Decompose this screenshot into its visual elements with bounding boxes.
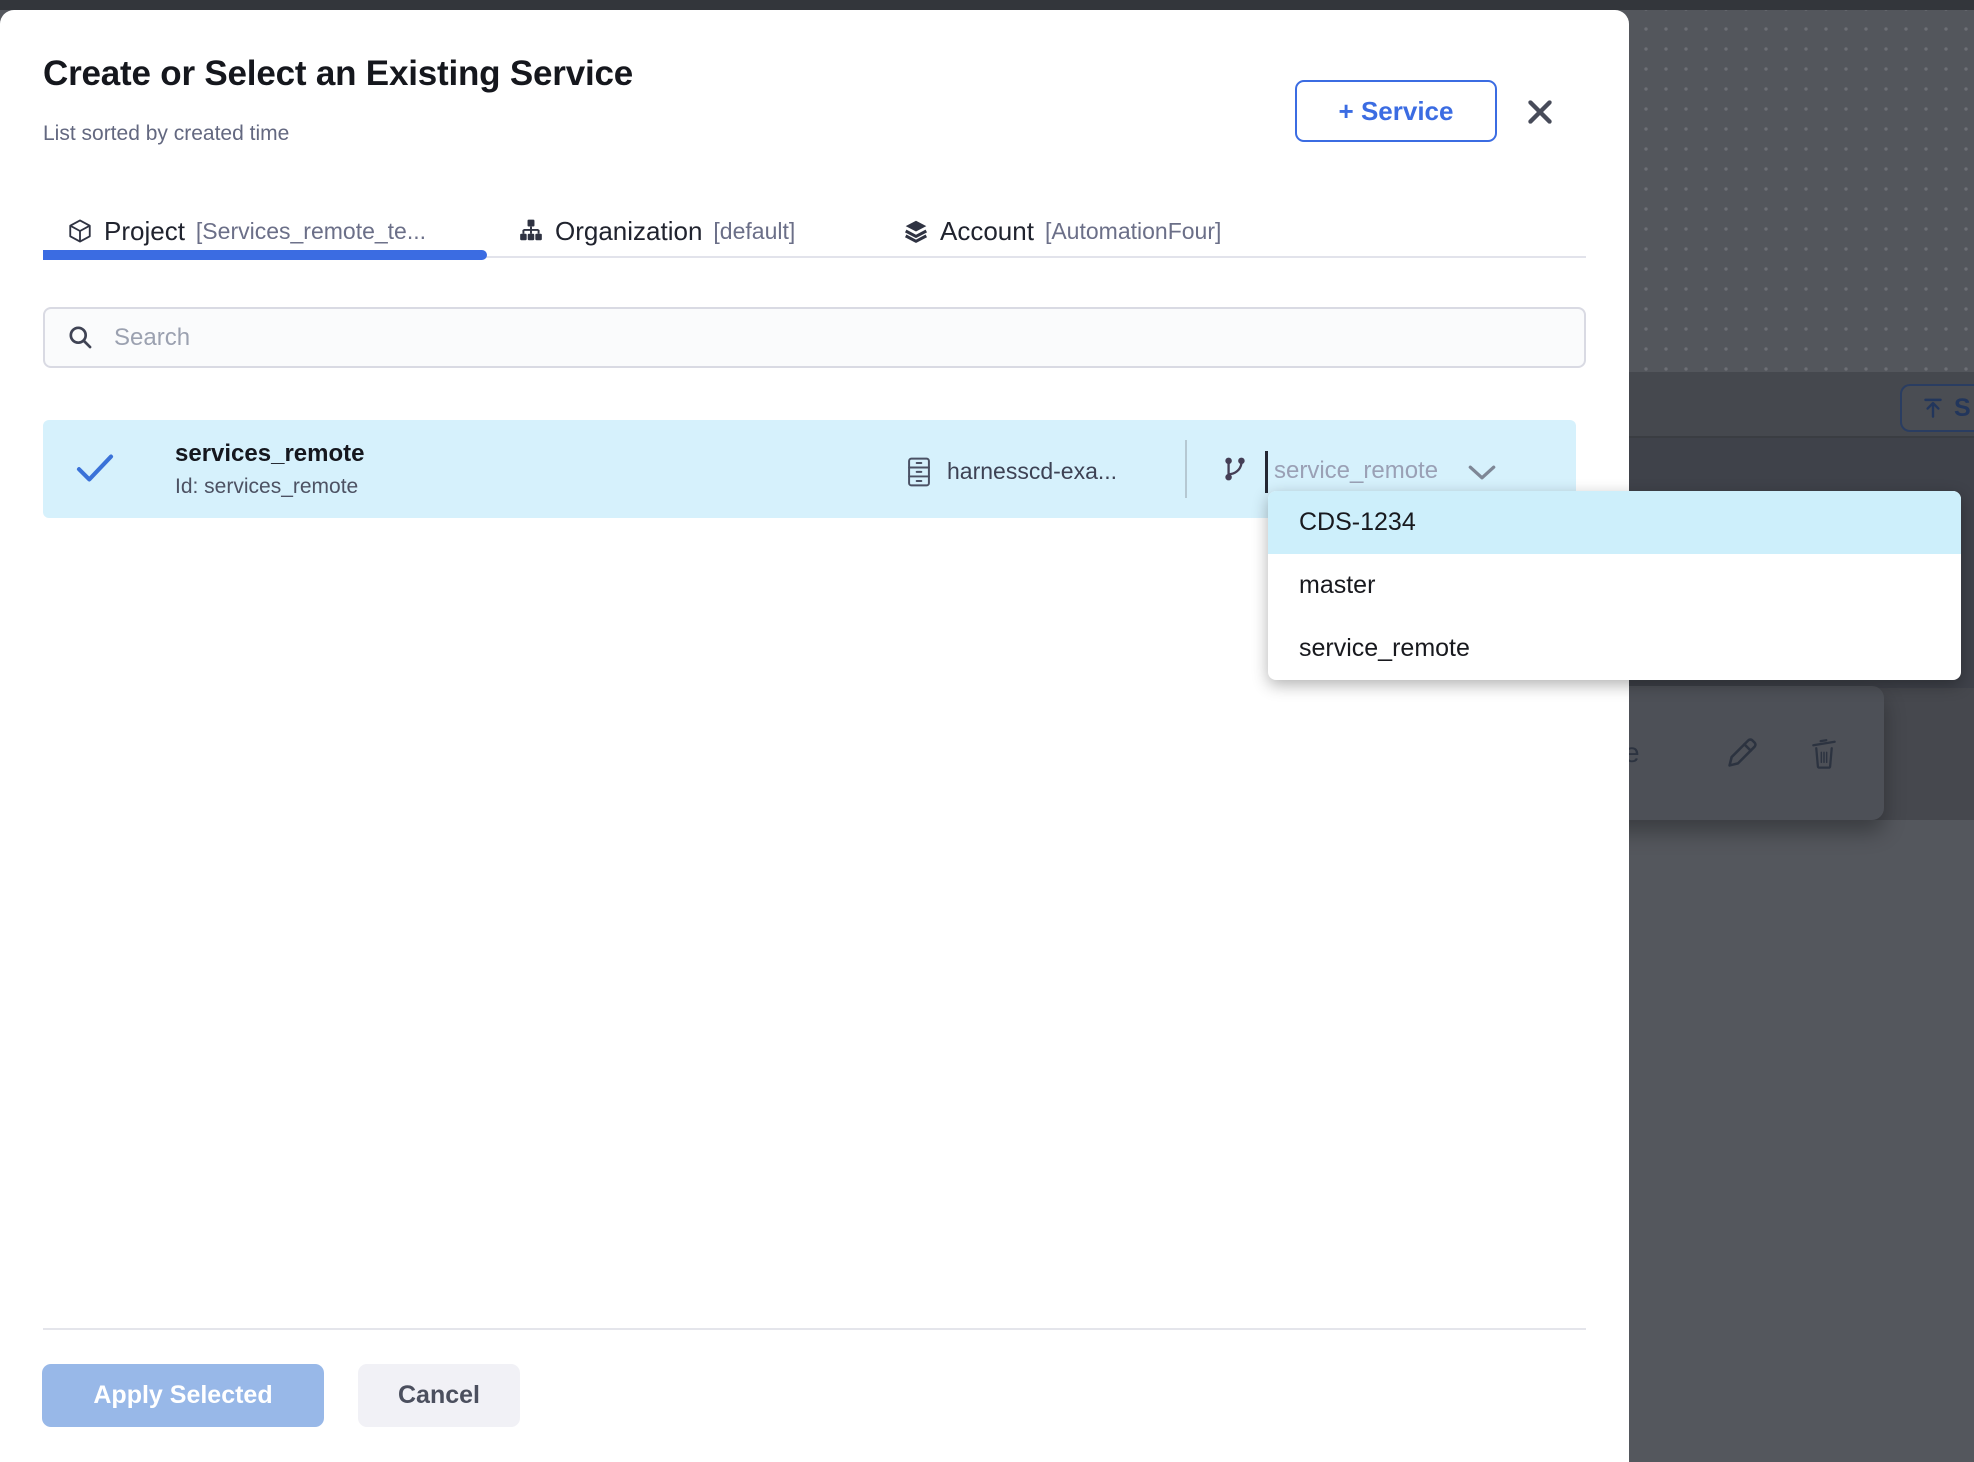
branch-option[interactable]: CDS-1234 <box>1268 491 1961 554</box>
branch-dropdown-menu: CDS-1234 master service_remote <box>1268 491 1961 680</box>
repository-icon <box>905 456 933 488</box>
background-lower-panel <box>1629 820 1974 1462</box>
chevron-down-icon[interactable] <box>1467 464 1497 481</box>
edit-icon <box>1724 735 1760 771</box>
background-service-card: e <box>1596 686 1884 820</box>
upload-icon <box>1920 395 1946 421</box>
tab-project[interactable]: Project [Services_remote_te... <box>67 206 426 256</box>
save-button-label: S <box>1954 394 1971 423</box>
search-box[interactable] <box>43 307 1586 368</box>
repository-name: harnesscd-exa... <box>947 458 1117 485</box>
service-id: Id: services_remote <box>175 475 358 499</box>
tab-account-context: [AutomationFour] <box>1045 218 1221 245</box>
tab-account[interactable]: Account [AutomationFour] <box>903 206 1221 256</box>
apply-selected-label: Apply Selected <box>93 1381 272 1410</box>
add-service-button[interactable]: + Service <box>1295 80 1497 142</box>
tab-project-label: Project <box>104 216 185 247</box>
footer-divider <box>43 1328 1586 1330</box>
add-service-label: + Service <box>1339 96 1454 127</box>
cancel-button[interactable]: Cancel <box>358 1364 520 1427</box>
text-cursor <box>1265 451 1268 493</box>
org-chart-icon <box>518 218 544 244</box>
apply-selected-button[interactable]: Apply Selected <box>42 1364 324 1427</box>
service-name: services_remote <box>175 440 364 468</box>
branch-option[interactable]: service_remote <box>1268 617 1961 680</box>
save-button-partial: S <box>1900 384 1974 432</box>
cancel-label: Cancel <box>398 1381 480 1410</box>
branch-option[interactable]: master <box>1268 554 1961 617</box>
branch-input-placeholder: service_remote <box>1274 457 1438 485</box>
page-title: Create or Select an Existing Service <box>43 54 633 94</box>
cube-icon <box>67 218 93 244</box>
tab-project-context: [Services_remote_te... <box>196 218 426 245</box>
search-input[interactable] <box>112 323 1584 353</box>
delete-icon <box>1808 735 1840 771</box>
create-or-select-service-modal: Create or Select an Existing Service Lis… <box>0 10 1629 1462</box>
tab-organization-label: Organization <box>555 216 702 247</box>
overlay-top-strip <box>0 0 1974 10</box>
row-divider <box>1185 440 1187 498</box>
close-icon <box>1523 95 1557 129</box>
tab-account-label: Account <box>940 216 1034 247</box>
pipeline-canvas-dots <box>1629 10 1974 372</box>
check-icon <box>75 452 115 484</box>
tab-organization-context: [default] <box>713 218 795 245</box>
close-button[interactable] <box>1516 88 1564 136</box>
layers-icon <box>903 218 929 244</box>
search-icon <box>67 324 94 351</box>
git-branch-icon <box>1221 454 1249 484</box>
tab-organization[interactable]: Organization [default] <box>518 206 795 256</box>
scope-tabs: Project [Services_remote_te... Organizat… <box>43 206 1586 258</box>
active-tab-underline <box>43 250 487 260</box>
subtitle: List sorted by created time <box>43 122 289 146</box>
